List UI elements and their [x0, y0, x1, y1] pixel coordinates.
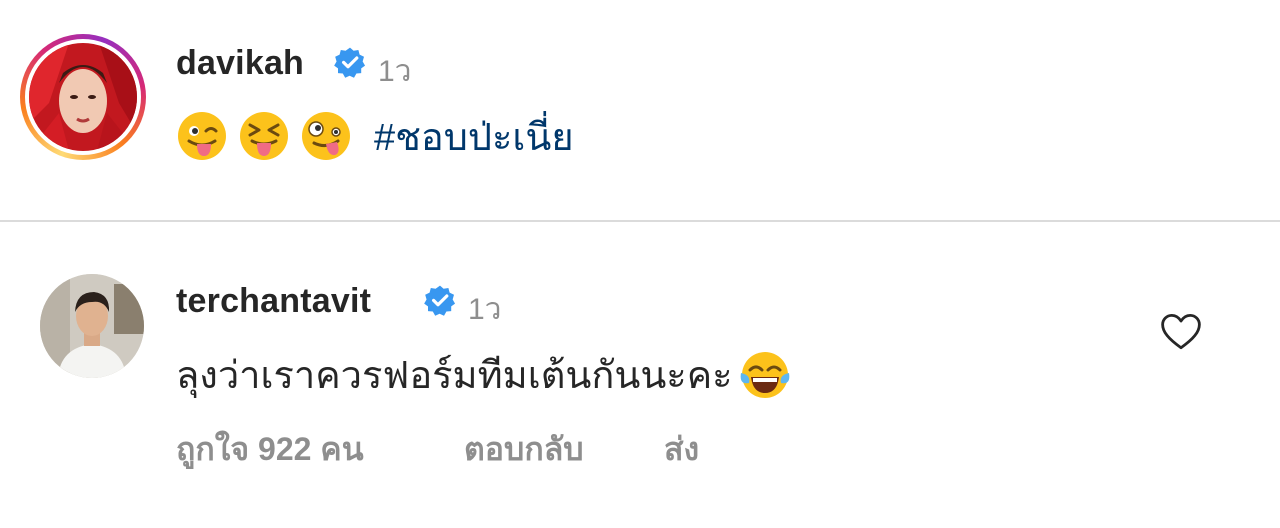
verified-badge-icon: [424, 285, 456, 316]
comments-panel: davikah 1ว #ชอบป่ะเนี่ย terchantavit 1ว …: [0, 0, 1280, 528]
avatar[interactable]: [29, 43, 137, 151]
comment-username[interactable]: terchantavit: [176, 282, 371, 321]
verified-badge-icon: [334, 47, 366, 78]
send-button[interactable]: ส่ง: [664, 424, 699, 475]
comment-avatar-photo: [40, 274, 144, 378]
post-caption: davikah 1ว #ชอบป่ะเนี่ย: [0, 0, 1280, 222]
divider: [0, 220, 1280, 222]
comment-timestamp: 1ว: [468, 293, 502, 326]
story-avatar-ring[interactable]: [20, 34, 146, 160]
avatar-photo: [29, 43, 137, 151]
comment-body: ลุงว่าเราควรฟอร์มทีมเต้นกันนะคะ: [176, 344, 791, 405]
caption-text: #ชอบป่ะเนี่ย: [176, 106, 574, 166]
comment-text: ลุงว่าเราควรฟอร์มทีมเต้นกันนะคะ: [176, 355, 733, 397]
like-count[interactable]: ถูกใจ 922 คน: [176, 424, 364, 475]
zany-face-emoji: [302, 112, 350, 160]
post-timestamp: 1ว: [378, 55, 412, 88]
comment-avatar[interactable]: [40, 274, 144, 378]
hashtag-link[interactable]: #ชอบป่ะเนี่ย: [374, 106, 574, 167]
squinting-tongue-emoji: [240, 112, 288, 160]
reply-button[interactable]: ตอบกลับ: [464, 424, 584, 475]
post-username[interactable]: davikah: [176, 44, 304, 83]
winking-tongue-emoji: [178, 112, 226, 160]
heart-outline-icon[interactable]: [1160, 312, 1202, 352]
tears-of-joy-emoji: [740, 351, 789, 398]
